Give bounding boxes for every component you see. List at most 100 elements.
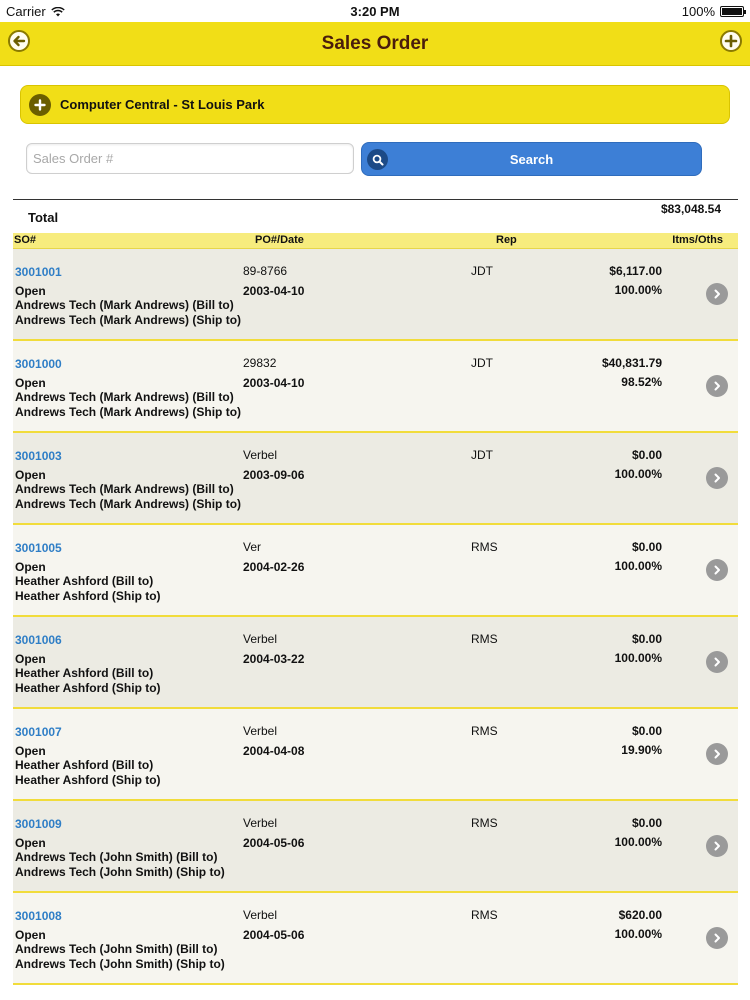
bill-to: Andrews Tech (John Smith) (Bill to) xyxy=(15,850,218,864)
sales-order-search-input[interactable] xyxy=(26,143,354,174)
po-number: Ver xyxy=(243,540,262,554)
order-date: 2004-03-22 xyxy=(243,652,305,666)
order-status: Open xyxy=(15,744,46,758)
column-so: SO# xyxy=(14,234,37,246)
order-amount: $0.00 xyxy=(631,632,662,646)
po-number: 89-8766 xyxy=(243,264,288,278)
plus-icon xyxy=(724,34,738,48)
order-percent: 100.00% xyxy=(614,283,662,297)
expand-plus-icon xyxy=(29,94,51,116)
order-date: 2003-04-10 xyxy=(243,376,305,390)
ship-to: Andrews Tech (Mark Andrews) (Ship to) xyxy=(15,405,242,419)
table-row[interactable]: 3001005 Open Heather Ashford (Bill to) H… xyxy=(13,525,738,617)
so-number-link[interactable]: 3001003 xyxy=(15,449,62,463)
table-row[interactable]: 3001009 Open Andrews Tech (John Smith) (… xyxy=(13,801,738,893)
chevron-right-icon[interactable] xyxy=(706,467,728,489)
column-rep: Rep xyxy=(496,234,517,246)
so-number-link[interactable]: 3001000 xyxy=(15,357,62,371)
order-amount: $620.00 xyxy=(618,908,662,922)
ship-to: Heather Ashford (Ship to) xyxy=(15,681,161,695)
bill-to: Andrews Tech (Mark Andrews) (Bill to) xyxy=(15,482,234,496)
clock: 3:20 PM xyxy=(350,4,400,19)
po-number: 29832 xyxy=(243,356,277,370)
chevron-right-icon[interactable] xyxy=(706,651,728,673)
bill-to: Andrews Tech (John Smith) (Bill to) xyxy=(15,942,218,956)
so-number-link[interactable]: 3001006 xyxy=(15,633,62,647)
table-row[interactable]: 3001001 Open Andrews Tech (Mark Andrews)… xyxy=(13,249,738,341)
search-button[interactable]: Search xyxy=(361,142,702,176)
order-date: 2004-02-26 xyxy=(243,560,305,574)
order-status: Open xyxy=(15,652,46,666)
order-date: 2004-05-06 xyxy=(243,836,305,850)
order-date: 2003-09-06 xyxy=(243,468,305,482)
column-po-date: PO#/Date xyxy=(255,234,304,246)
chevron-right-icon[interactable] xyxy=(706,835,728,857)
rep: RMS xyxy=(471,816,498,830)
list-header: SO# PO#/Date Rep Itms/Oths xyxy=(13,233,738,249)
location-selector[interactable]: Computer Central - St Louis Park xyxy=(20,85,730,124)
page-title: Sales Order xyxy=(321,33,429,54)
rep: JDT xyxy=(471,264,493,278)
total-summary: Total $83,048.54 xyxy=(13,199,738,233)
table-row[interactable]: 3001007 Open Heather Ashford (Bill to) H… xyxy=(13,709,738,801)
order-percent: 100.00% xyxy=(614,467,662,481)
order-percent: 100.00% xyxy=(614,835,662,849)
chevron-right-icon[interactable] xyxy=(706,283,728,305)
battery-area: 100% xyxy=(682,4,746,19)
ship-to: Andrews Tech (John Smith) (Ship to) xyxy=(15,865,225,879)
order-amount: $6,117.00 xyxy=(609,264,662,278)
chevron-right-icon[interactable] xyxy=(706,743,728,765)
po-number: Verbel xyxy=(243,448,278,462)
so-number-link[interactable]: 3001008 xyxy=(15,909,62,923)
so-number-link[interactable]: 3001001 xyxy=(15,265,62,279)
search-button-label: Search xyxy=(509,151,554,167)
po-number: Verbel xyxy=(243,816,278,830)
order-status: Open xyxy=(15,284,46,298)
po-number: Verbel xyxy=(243,908,278,922)
status-bar: Carrier 3:20 PM 100% xyxy=(0,0,750,22)
order-status: Open xyxy=(15,928,46,942)
rep: RMS xyxy=(471,724,498,738)
bill-to: Andrews Tech (Mark Andrews) (Bill to) xyxy=(15,390,234,404)
chevron-right-icon[interactable] xyxy=(706,375,728,397)
bill-to: Heather Ashford (Bill to) xyxy=(15,666,154,680)
table-row[interactable]: 3001008 Open Andrews Tech (John Smith) (… xyxy=(13,893,738,985)
battery-icon xyxy=(720,6,746,17)
bill-to: Heather Ashford (Bill to) xyxy=(15,574,154,588)
ship-to: Heather Ashford (Ship to) xyxy=(15,773,161,787)
chevron-right-icon[interactable] xyxy=(706,927,728,949)
order-status: Open xyxy=(15,468,46,482)
order-status: Open xyxy=(15,560,46,574)
rep: JDT xyxy=(471,448,493,462)
total-value: $83,048.54 xyxy=(660,202,721,216)
column-items: Itms/Oths xyxy=(672,234,723,246)
so-number-link[interactable]: 3001005 xyxy=(15,541,62,555)
add-order-button[interactable] xyxy=(720,30,742,52)
location-name: Computer Central - St Louis Park xyxy=(60,97,265,112)
order-status: Open xyxy=(15,376,46,390)
order-date: 2003-04-10 xyxy=(243,284,305,298)
order-date: 2004-04-08 xyxy=(243,744,305,758)
order-amount: $0.00 xyxy=(631,540,662,554)
chevron-right-icon[interactable] xyxy=(706,559,728,581)
table-row[interactable]: 3001000 Open Andrews Tech (Mark Andrews)… xyxy=(13,341,738,433)
search-icon xyxy=(367,149,388,170)
rep: RMS xyxy=(471,908,498,922)
order-percent: 98.52% xyxy=(621,375,662,389)
so-number-link[interactable]: 3001009 xyxy=(15,817,62,831)
table-row[interactable]: 3001006 Open Heather Ashford (Bill to) H… xyxy=(13,617,738,709)
so-number-link[interactable]: 3001007 xyxy=(15,725,62,739)
sales-order-list: 3001001 Open Andrews Tech (Mark Andrews)… xyxy=(13,249,738,985)
bill-to: Heather Ashford (Bill to) xyxy=(15,758,154,772)
ship-to: Andrews Tech (John Smith) (Ship to) xyxy=(15,957,225,971)
rep: JDT xyxy=(471,356,493,370)
bill-to: Andrews Tech (Mark Andrews) (Bill to) xyxy=(15,298,234,312)
rep: RMS xyxy=(471,632,498,646)
nav-bar: Sales Order xyxy=(0,22,750,66)
order-percent: 100.00% xyxy=(614,927,662,941)
order-status: Open xyxy=(15,836,46,850)
table-row[interactable]: 3001003 Open Andrews Tech (Mark Andrews)… xyxy=(13,433,738,525)
po-number: Verbel xyxy=(243,632,278,646)
ship-to: Andrews Tech (Mark Andrews) (Ship to) xyxy=(15,497,242,511)
total-label: Total xyxy=(28,210,59,225)
